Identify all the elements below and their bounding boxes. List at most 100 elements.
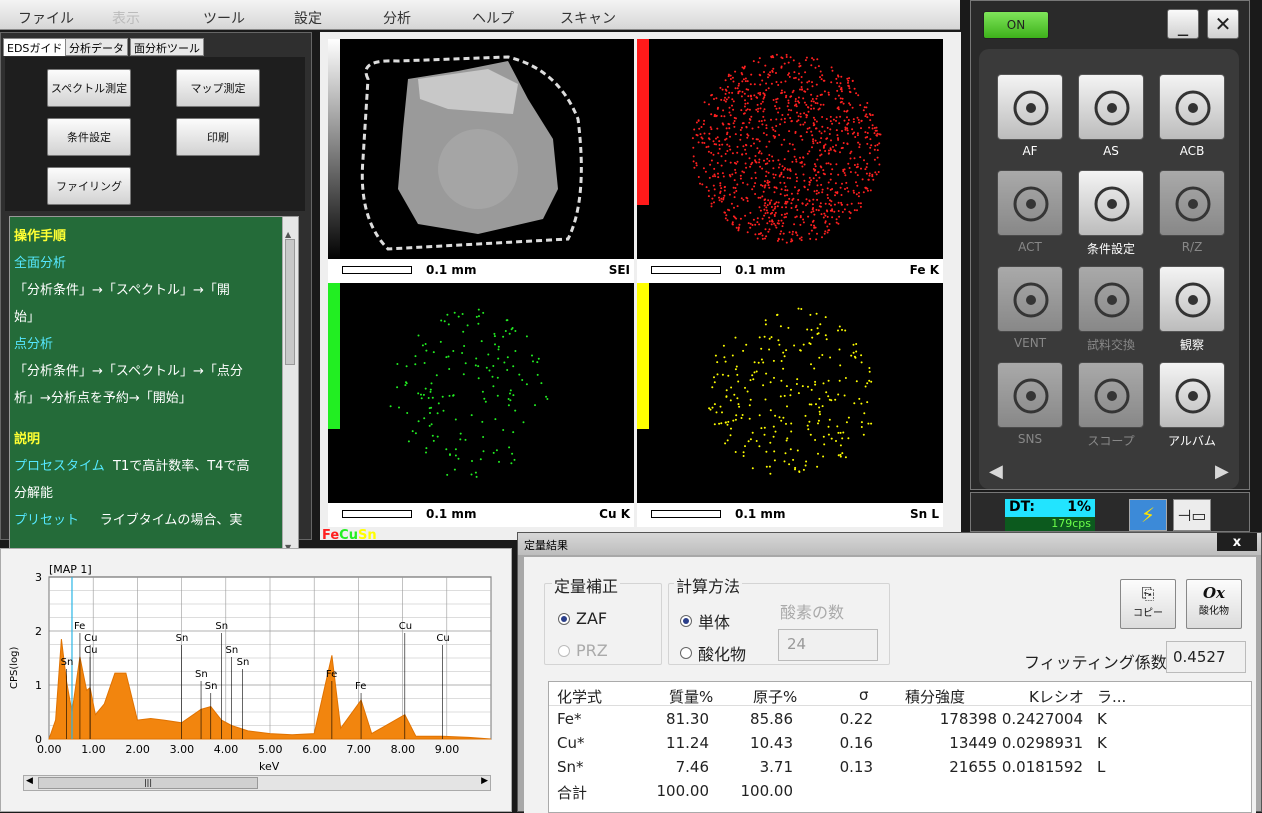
- close-button[interactable]: ✕: [1207, 9, 1239, 39]
- map-dot: [768, 140, 771, 143]
- spectrum-chart[interactable]: FeCuCuSnSnSnSnSnSnSnFeFeCuCu0.00 1.00 2.00…: [1, 549, 511, 773]
- dialog-close-button[interactable]: x: [1217, 533, 1257, 551]
- menu-scan[interactable]: スキャン: [560, 8, 616, 28]
- map-dot: [760, 232, 762, 235]
- map-dot: [857, 195, 860, 198]
- af-icon[interactable]: [997, 74, 1063, 140]
- col-formula[interactable]: 化学式: [557, 686, 602, 707]
- map-dot: [734, 168, 737, 171]
- observe-icon[interactable]: [1159, 266, 1225, 332]
- map-dot: [793, 104, 796, 107]
- rz-icon[interactable]: [1159, 170, 1225, 236]
- map-dot: [405, 365, 408, 368]
- map-dot: [445, 448, 448, 451]
- map-dot: [758, 140, 761, 143]
- radio-zaf[interactable]: ZAF: [558, 609, 607, 628]
- sei-image[interactable]: [328, 39, 634, 261]
- copy-button[interactable]: ⎘ コピー: [1120, 579, 1176, 629]
- as-icon[interactable]: [1078, 74, 1144, 140]
- condition-icon[interactable]: [1078, 170, 1144, 236]
- acb-icon[interactable]: [1159, 74, 1225, 140]
- map-dot: [726, 439, 729, 442]
- map-dot: [765, 82, 768, 85]
- tab-eds-guide[interactable]: EDSガイド: [3, 38, 67, 56]
- prev-page-icon[interactable]: ◀: [989, 461, 1003, 482]
- map-dot: [745, 109, 748, 112]
- album-icon[interactable]: [1159, 362, 1225, 428]
- col-mass[interactable]: 質量%: [669, 686, 713, 707]
- col-sigma[interactable]: σ: [859, 686, 869, 704]
- scope-icon[interactable]: [1078, 362, 1144, 428]
- map-dot: [812, 207, 815, 209]
- map-dot: [812, 107, 815, 110]
- menu-view[interactable]: 表示: [112, 8, 140, 28]
- map-dot: [865, 166, 868, 169]
- col-intensity[interactable]: 積分強度: [905, 686, 965, 707]
- next-page-icon[interactable]: ▶: [1215, 461, 1229, 482]
- menu-file[interactable]: ファイル: [18, 8, 74, 28]
- menu-analysis[interactable]: 分析: [383, 8, 411, 28]
- map-dot: [824, 316, 827, 319]
- x-tick-label: 6.00: [302, 743, 327, 756]
- oxygen-count-input[interactable]: 24: [778, 629, 878, 661]
- menu-tools[interactable]: ツール: [203, 8, 245, 28]
- map-dot: [744, 102, 747, 105]
- map-dot: [744, 77, 747, 80]
- table-cell: 0.13: [839, 758, 873, 776]
- map-dot: [838, 85, 841, 88]
- act-icon[interactable]: [997, 170, 1063, 236]
- composite-sn: Sn: [357, 528, 377, 543]
- col-atomic[interactable]: 原子%: [753, 686, 797, 707]
- map-dot: [776, 314, 778, 316]
- spectrum-scrollbar[interactable]: ◀ ||| ▶: [23, 775, 491, 791]
- radio-element[interactable]: 単体: [680, 609, 730, 633]
- map-dot: [826, 231, 829, 234]
- map-dot: [758, 150, 761, 153]
- print-button[interactable]: 印刷: [176, 118, 260, 156]
- fe-map-image[interactable]: [637, 39, 943, 261]
- map-dot: [853, 402, 856, 405]
- scroll-left-icon[interactable]: ◀: [26, 776, 33, 786]
- map-dot: [868, 379, 871, 382]
- condition-settings-button[interactable]: 条件設定: [47, 118, 131, 156]
- map-dot: [805, 198, 808, 201]
- map-measure-button[interactable]: マップ測定: [176, 69, 260, 107]
- scrollbar-thumb[interactable]: [285, 239, 295, 365]
- guide-scrollbar[interactable]: ▲ ▼: [282, 217, 298, 565]
- lightning-icon[interactable]: ⚡: [1129, 499, 1167, 531]
- radio-oxide[interactable]: 酸化物: [680, 641, 746, 665]
- map-dot: [812, 140, 814, 143]
- col-k-ratio[interactable]: Kレシオ: [1029, 686, 1084, 707]
- minimize-button[interactable]: _: [1167, 9, 1199, 39]
- map-dot: [862, 191, 865, 194]
- map-dot: [839, 88, 842, 91]
- map-dot: [855, 181, 857, 184]
- scroll-right-icon[interactable]: ▶: [481, 776, 488, 786]
- filing-button[interactable]: ファイリング: [47, 167, 131, 205]
- on-button[interactable]: ON: [983, 11, 1049, 39]
- map-dot: [856, 209, 858, 212]
- map-dot: [813, 213, 816, 216]
- oxide-button[interactable]: Ox 酸化物: [1186, 579, 1242, 629]
- map-dot: [806, 88, 809, 91]
- vent-icon[interactable]: [997, 266, 1063, 332]
- sn-map-image[interactable]: [637, 283, 943, 505]
- map-dot: [867, 422, 870, 425]
- tab-analysis-data[interactable]: 分析データ: [65, 38, 128, 56]
- spectrum-measure-button[interactable]: スペクトル測定: [47, 69, 131, 107]
- menu-help[interactable]: ヘルプ: [472, 8, 514, 28]
- sample-exchange-icon[interactable]: [1078, 266, 1144, 332]
- cu-map-image[interactable]: [328, 283, 634, 505]
- map-dot: [749, 226, 752, 229]
- map-dot: [751, 374, 754, 377]
- tab-area-analysis-tools[interactable]: 面分析ツール: [130, 38, 204, 56]
- menu-settings[interactable]: 設定: [294, 8, 322, 28]
- map-dot: [795, 105, 798, 108]
- pin-icon[interactable]: ⊣▭: [1173, 499, 1211, 531]
- scrollbar-thumb[interactable]: |||: [38, 777, 258, 789]
- map-dot: [869, 138, 872, 141]
- map-dot: [735, 226, 738, 229]
- sns-icon[interactable]: [997, 362, 1063, 428]
- radio-prz[interactable]: PRZ: [558, 641, 608, 660]
- col-line[interactable]: ラ...: [1097, 686, 1126, 707]
